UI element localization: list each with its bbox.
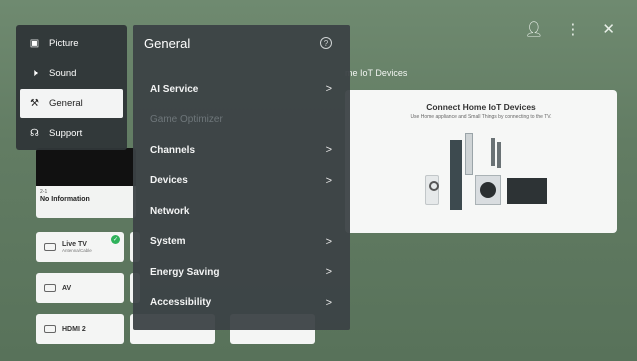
settings-item-label: Network xyxy=(150,205,190,217)
category-label: General xyxy=(49,98,83,109)
iot-card-subtitle: Use Home appliance and Small Things by c… xyxy=(410,114,552,120)
general-settings-panel: General ? AI Service > Game Optimizer Ch… xyxy=(133,25,350,330)
close-icon[interactable]: ✕ xyxy=(602,20,615,38)
chevron-right-icon: > xyxy=(325,83,332,96)
av-icon xyxy=(44,284,56,292)
check-icon: ✓ xyxy=(111,235,120,244)
settings-item-label: Game Optimizer xyxy=(150,114,223,126)
input-tile-sub: Antenna/Cable xyxy=(62,248,92,253)
panel-title: General xyxy=(144,36,191,51)
settings-item-label: System xyxy=(150,236,186,248)
settings-item-label: Accessibility xyxy=(150,297,212,309)
settings-item-channels[interactable]: Channels > xyxy=(133,135,350,166)
settings-item-system[interactable]: System > xyxy=(133,227,350,258)
settings-item-label: Devices xyxy=(150,175,188,187)
settings-item-label: Channels xyxy=(150,144,196,156)
top-bar-icons: 👤︎ ⋮ ✕ xyxy=(524,20,615,38)
category-label: Sound xyxy=(49,68,77,79)
input-tile-hdmi2[interactable]: HDMI 2 xyxy=(36,314,124,344)
headset-icon: ☊ xyxy=(30,128,39,139)
category-label: Picture xyxy=(49,38,79,49)
chevron-right-icon: > xyxy=(325,174,332,187)
person-icon[interactable]: 👤︎ xyxy=(524,20,543,38)
speaker-icon: 🕨︎ xyxy=(31,68,38,79)
speaker-illustration xyxy=(425,175,439,205)
tv-icon xyxy=(44,243,56,251)
device-illustration xyxy=(491,138,495,166)
iot-section-title: me IoT Devices xyxy=(345,68,408,78)
settings-item-game-optimizer: Game Optimizer xyxy=(133,105,350,136)
settings-item-accessibility[interactable]: Accessibility > xyxy=(133,288,350,319)
more-vertical-icon[interactable]: ⋮ xyxy=(565,20,580,38)
settings-list: AI Service > Game Optimizer Channels > D… xyxy=(133,74,350,318)
settings-item-devices[interactable]: Devices > xyxy=(133,166,350,197)
chevron-right-icon: > xyxy=(325,266,332,279)
tv-preview-screen xyxy=(36,148,136,186)
tv-preview[interactable]: 2-1 No Information xyxy=(36,148,136,218)
settings-item-ai-service[interactable]: AI Service > xyxy=(133,74,350,105)
tv-illustration xyxy=(507,178,547,204)
input-tile-label: HDMI 2 xyxy=(62,325,86,333)
device-illustration xyxy=(497,142,501,168)
category-item-sound[interactable]: 🕨︎ Sound xyxy=(20,59,123,88)
iot-card-title: Connect Home IoT Devices xyxy=(426,102,536,112)
chevron-right-icon: > xyxy=(325,235,332,248)
picture-icon: ▣ xyxy=(29,38,40,49)
category-item-support[interactable]: ☊ Support xyxy=(20,119,123,148)
device-illustration xyxy=(465,133,473,175)
iot-card[interactable]: Connect Home IoT Devices Use Home applia… xyxy=(345,90,617,233)
tv-channel-number: 2-1 xyxy=(40,189,48,195)
category-label: Support xyxy=(49,128,83,139)
hdmi-icon xyxy=(44,325,56,333)
settings-item-label: AI Service xyxy=(150,83,199,95)
settings-category-menu: ▣ Picture 🕨︎ Sound ⚒ General ☊ Support xyxy=(16,25,127,150)
device-illustration xyxy=(450,140,462,210)
category-item-general[interactable]: ⚒ General xyxy=(20,89,123,118)
input-tile-label: AV xyxy=(62,284,72,292)
tv-program-info: No Information xyxy=(40,196,90,203)
washer-illustration xyxy=(475,175,501,205)
input-tile-label: Live TV xyxy=(62,241,87,248)
chevron-right-icon: > xyxy=(325,296,332,309)
wrench-icon: ⚒ xyxy=(30,98,39,109)
settings-item-label: Energy Saving xyxy=(150,266,220,278)
help-icon[interactable]: ? xyxy=(320,37,332,49)
input-tile-av[interactable]: AV xyxy=(36,273,124,303)
chevron-right-icon: > xyxy=(325,144,332,157)
category-item-picture[interactable]: ▣ Picture xyxy=(20,29,123,58)
settings-item-energy-saving[interactable]: Energy Saving > xyxy=(133,257,350,288)
input-tile-live-tv[interactable]: Live TV Antenna/Cable ✓ xyxy=(36,232,124,262)
settings-item-network[interactable]: Network xyxy=(133,196,350,227)
